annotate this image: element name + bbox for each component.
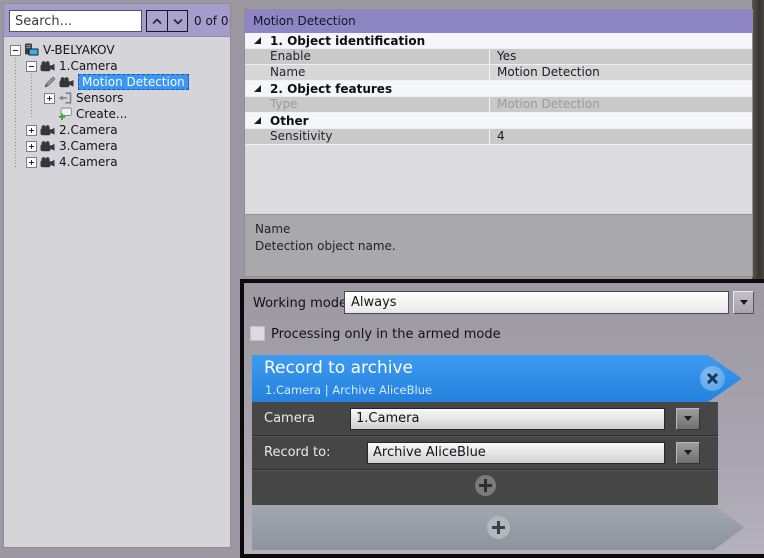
tree-item-label: 2.Camera (59, 123, 118, 137)
tree-item-label: Create... (76, 107, 127, 121)
property-row-sensitivity: Sensitivity 4 (245, 129, 752, 145)
tree-item-label: 4.Camera (59, 155, 118, 169)
property-description-text: Detection object name. (255, 238, 742, 255)
camera-icon (40, 61, 55, 72)
property-value[interactable]: Yes (489, 49, 752, 64)
tree-item-camera-1[interactable]: 1.Camera (4, 58, 230, 74)
property-name: Sensitivity (245, 129, 489, 144)
chevron-down-icon (173, 18, 183, 25)
camera-combobox[interactable]: 1.Camera (350, 408, 665, 430)
property-description-title: Name (255, 221, 742, 238)
property-group-label: Other (270, 114, 309, 128)
property-name: Name (245, 65, 489, 80)
tree-item-server[interactable]: V-BELYAKOV (4, 42, 230, 58)
new-action-strip (252, 505, 744, 550)
camera-icon (40, 125, 55, 136)
camera-dropdown-button[interactable] (676, 408, 700, 430)
camera-icon (40, 157, 55, 168)
pencil-icon (44, 76, 56, 88)
working-mode-label: Working mode (253, 296, 347, 311)
rule-settings-panel: Working mode Always Processing only in t… (240, 279, 764, 558)
record-to-combobox[interactable]: Archive AliceBlue (367, 442, 665, 464)
property-row-type: Type Motion Detection (245, 97, 752, 113)
property-row-name: Name Motion Detection (245, 65, 752, 81)
tree-search-toolbar: 0 of 0 (4, 4, 230, 37)
close-action-button[interactable] (700, 366, 725, 391)
properties-panel: Motion Detection 1. Object identificatio… (244, 9, 753, 277)
expander-plus-icon[interactable] (44, 93, 55, 104)
tree-item-camera-4[interactable]: 4.Camera (4, 154, 230, 170)
action-subtitle: 1.Camera | Archive AliceBlue (265, 383, 432, 397)
camera-icon (40, 141, 55, 152)
expander-minus-icon[interactable] (26, 61, 37, 72)
device-tree-panel: 0 of 0 V-BELYAKOV (3, 3, 231, 548)
create-plus-icon (58, 107, 72, 121)
property-group-row[interactable]: Other (245, 113, 752, 129)
tree-item-label: 1.Camera (59, 59, 118, 73)
dropdown-arrow-icon (740, 300, 748, 305)
tree-item-camera-3[interactable]: 3.Camera (4, 138, 230, 154)
property-value[interactable]: 4 (489, 129, 752, 144)
add-parameter-row (252, 470, 718, 501)
property-name: Enable (245, 49, 489, 64)
record-to-archive-banner: Record to archive 1.Camera | Archive Ali… (252, 355, 742, 402)
record-to-label: Record to: (264, 445, 367, 460)
device-tree: V-BELYAKOV 1.Camera (4, 37, 230, 547)
property-value[interactable]: Motion Detection (489, 65, 752, 80)
property-description: Name Detection object name. (245, 214, 752, 276)
action-settings-block: Camera 1.Camera Record to: Archive Alice… (252, 402, 718, 505)
property-grid: 1. Object identification Enable Yes Name… (245, 33, 752, 214)
dropdown-arrow-icon (684, 450, 692, 455)
expander-plus-icon[interactable] (26, 157, 37, 168)
property-row-enable: Enable Yes (245, 49, 752, 65)
camera-label: Camera (264, 411, 350, 426)
chevron-up-icon (152, 18, 162, 25)
working-mode-combobox[interactable]: Always (344, 291, 729, 314)
expander-plus-icon[interactable] (26, 125, 37, 136)
tree-item-sensors[interactable]: Sensors (4, 90, 230, 106)
collapse-triangle-icon[interactable] (254, 37, 261, 44)
dropdown-arrow-icon (684, 416, 692, 421)
property-name: Type (245, 97, 489, 112)
add-action-plus-button[interactable] (487, 516, 510, 539)
property-group-row[interactable]: 2. Object features (245, 81, 752, 97)
tree-item-label: V-BELYAKOV (43, 43, 115, 57)
record-to-field-row: Record to: Archive AliceBlue (252, 436, 718, 470)
search-result-counter: 0 of 0 (194, 14, 228, 28)
working-mode-dropdown-button[interactable] (733, 291, 754, 314)
properties-panel-title: Motion Detection (245, 10, 752, 33)
tree-item-motion-detection[interactable]: Motion Detection (4, 74, 230, 90)
collapse-triangle-icon[interactable] (254, 117, 261, 124)
server-icon (24, 43, 39, 57)
search-next-button[interactable] (167, 10, 188, 32)
camera-icon (59, 77, 74, 88)
action-title: Record to archive (264, 358, 413, 378)
add-plus-button[interactable] (475, 475, 496, 496)
record-to-dropdown-button[interactable] (676, 442, 700, 464)
property-group-label: 1. Object identification (270, 34, 425, 48)
cropped-right-edge (752, 0, 764, 279)
search-input[interactable] (9, 10, 142, 32)
tree-item-label: 3.Camera (59, 139, 118, 153)
sensor-icon (58, 92, 72, 104)
armed-mode-checkbox[interactable] (250, 326, 265, 341)
tree-item-label: Sensors (76, 91, 123, 105)
tree-item-camera-2[interactable]: 2.Camera (4, 122, 230, 138)
tree-item-create[interactable]: Create... (4, 106, 230, 122)
expander-minus-icon[interactable] (10, 45, 21, 56)
property-value: Motion Detection (489, 97, 752, 112)
expander-plus-icon[interactable] (26, 141, 37, 152)
camera-field-row: Camera 1.Camera (252, 402, 718, 436)
tree-item-label-selected: Motion Detection (78, 74, 189, 90)
armed-mode-checkbox-label: Processing only in the armed mode (271, 327, 501, 342)
property-group-label: 2. Object features (270, 82, 392, 96)
search-prev-button[interactable] (146, 10, 167, 32)
collapse-triangle-icon[interactable] (254, 85, 261, 92)
property-group-row[interactable]: 1. Object identification (245, 33, 752, 49)
